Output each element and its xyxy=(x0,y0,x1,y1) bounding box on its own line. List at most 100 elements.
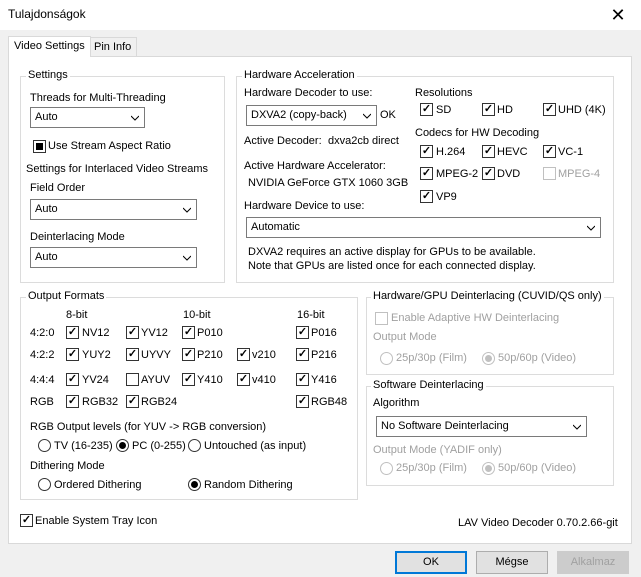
level-tv-radio[interactable] xyxy=(38,439,51,452)
fmt-ayuv-label: AYUV xyxy=(141,374,171,386)
active-accel-label: Active Hardware Accelerator: xyxy=(244,160,386,172)
chevron-down-icon xyxy=(587,225,595,231)
hw-device-label: Hardware Device to use: xyxy=(244,200,365,212)
row-rgb-label: RGB xyxy=(30,396,54,408)
sw-deint-title: Software Deinterlacing xyxy=(371,379,486,391)
deint-mode-select[interactable]: Auto xyxy=(30,247,197,268)
sw-video-radio[interactable] xyxy=(482,462,495,475)
hw-deint-film-label: 25p/30p (Film) xyxy=(396,352,467,364)
hw-deint-enable-checkbox[interactable] xyxy=(375,312,388,325)
deint-mode-label: Deinterlacing Mode xyxy=(30,231,125,243)
dither-label: Dithering Mode xyxy=(30,460,105,472)
settings-group-title: Settings xyxy=(26,69,70,81)
level-untouched-radio[interactable] xyxy=(188,439,201,452)
fmt-ayuv-checkbox[interactable] xyxy=(126,373,139,386)
active-accel-value: NVIDIA GeForce GTX 1060 3GB xyxy=(248,177,409,189)
fmt-rgb32-checkbox[interactable]: ✓ xyxy=(66,395,79,408)
hw-deint-enable-label: Enable Adaptive HW Deinterlacing xyxy=(391,312,560,324)
tray-icon-checkbox[interactable]: ✓ xyxy=(20,514,33,527)
fmt-yuy2-label: YUY2 xyxy=(82,349,111,361)
hw-deint-film-radio[interactable] xyxy=(380,352,393,365)
fmt-y410-label: Y410 xyxy=(197,374,223,386)
fmt-p010-label: P010 xyxy=(197,327,223,339)
codec-dvd-checkbox[interactable]: ✓ xyxy=(482,167,495,180)
fmt-p210-checkbox[interactable]: ✓ xyxy=(182,348,195,361)
sw-algorithm-select-value: No Software Deinterlacing xyxy=(381,420,509,432)
hw-device-select[interactable]: Automatic xyxy=(246,217,601,238)
chevron-down-icon xyxy=(183,207,191,213)
fmt-nv12-checkbox[interactable]: ✓ xyxy=(66,326,79,339)
sw-algorithm-select[interactable]: No Software Deinterlacing xyxy=(376,416,587,437)
fmt-rgb24-label: RGB24 xyxy=(141,396,178,408)
threads-label: Threads for Multi-Threading xyxy=(30,92,166,104)
active-decoder-label: Active Decoder: xyxy=(244,135,322,147)
fmt-p010-checkbox[interactable]: ✓ xyxy=(182,326,195,339)
dither-ordered-radio[interactable] xyxy=(38,478,51,491)
title-bar xyxy=(0,0,641,30)
fmt-y416-checkbox[interactable]: ✓ xyxy=(296,373,309,386)
apply-button[interactable]: Alkalmaz xyxy=(557,551,629,574)
interlaced-label: Settings for Interlaced Video Streams xyxy=(26,163,209,175)
active-decoder-value: dxva2cb direct xyxy=(328,135,399,147)
dither-random-label: Random Dithering xyxy=(204,479,293,491)
codec-mpeg2-checkbox[interactable]: ✓ xyxy=(420,167,433,180)
close-icon[interactable]: ✕ xyxy=(600,2,636,28)
tab-pin-info[interactable]: Pin Info xyxy=(88,37,138,57)
codec-vp9-checkbox[interactable]: ✓ xyxy=(420,190,433,203)
resolutions-label: Resolutions xyxy=(415,87,473,99)
dither-ordered-label: Ordered Dithering xyxy=(54,479,142,491)
hwaccel-group-title: Hardware Acceleration xyxy=(242,69,357,81)
res-sd-checkbox[interactable]: ✓ xyxy=(420,103,433,116)
res-sd-label: SD xyxy=(436,104,452,116)
fmt-yv12-checkbox[interactable]: ✓ xyxy=(126,326,139,339)
fmt-y410-checkbox[interactable]: ✓ xyxy=(182,373,195,386)
ok-button[interactable]: OK xyxy=(395,551,467,574)
threads-select-value: Auto xyxy=(35,111,58,123)
codec-vc1-label: VC-1 xyxy=(558,146,584,158)
hw-decoder-select[interactable]: DXVA2 (copy-back) xyxy=(246,105,377,126)
res-uhd-label: UHD (4K) xyxy=(558,104,606,116)
dither-random-radio[interactable] xyxy=(188,478,201,491)
chevron-down-icon xyxy=(363,113,371,119)
fmt-rgb48-checkbox[interactable]: ✓ xyxy=(296,395,309,408)
level-pc-radio[interactable] xyxy=(116,439,129,452)
hw-decoder-status: OK xyxy=(380,109,396,121)
hw-deint-video-label: 50p/60p (Video) xyxy=(498,352,577,364)
level-untouched-label: Untouched (as input) xyxy=(204,440,307,452)
stream-aspect-label: Use Stream Aspect Ratio xyxy=(48,140,171,152)
fmt-p216-checkbox[interactable]: ✓ xyxy=(296,348,309,361)
fmt-v410-checkbox[interactable]: ✓ xyxy=(237,373,250,386)
hw-note-1: DXVA2 requires an active display for GPU… xyxy=(248,246,536,258)
sw-film-radio[interactable] xyxy=(380,462,393,475)
field-order-select[interactable]: Auto xyxy=(30,199,197,220)
chevron-down-icon xyxy=(573,424,581,430)
codec-hevc-checkbox[interactable]: ✓ xyxy=(482,145,495,158)
res-hd-label: HD xyxy=(497,104,513,116)
hw-note-2: Note that GPUs are listed once for each … xyxy=(248,260,536,272)
res-hd-checkbox[interactable]: ✓ xyxy=(482,103,495,116)
fmt-yuy2-checkbox[interactable]: ✓ xyxy=(66,348,79,361)
codec-mpeg4-checkbox[interactable] xyxy=(543,167,556,180)
level-pc-label: PC (0-255) xyxy=(132,440,186,452)
tab-video-settings[interactable]: Video Settings xyxy=(8,36,91,57)
version-label: LAV Video Decoder 0.70.2.66-git xyxy=(458,517,618,529)
sw-output-mode-label: Output Mode (YADIF only) xyxy=(373,444,502,456)
fmt-rgb24-checkbox[interactable]: ✓ xyxy=(126,395,139,408)
codec-h264-checkbox[interactable]: ✓ xyxy=(420,145,433,158)
fmt-yv12-label: YV12 xyxy=(141,327,168,339)
fmt-uyvy-checkbox[interactable]: ✓ xyxy=(126,348,139,361)
res-uhd-checkbox[interactable]: ✓ xyxy=(543,103,556,116)
stream-aspect-checkbox[interactable] xyxy=(33,140,46,153)
threads-select[interactable]: Auto xyxy=(30,107,145,128)
fmt-v210-checkbox[interactable]: ✓ xyxy=(237,348,250,361)
fmt-yv24-checkbox[interactable]: ✓ xyxy=(66,373,79,386)
level-tv-label: TV (16-235) xyxy=(54,440,113,452)
field-order-select-value: Auto xyxy=(35,203,58,215)
sw-video-label: 50p/60p (Video) xyxy=(498,462,577,474)
fmt-p216-label: P216 xyxy=(311,349,337,361)
codec-vc1-checkbox[interactable]: ✓ xyxy=(543,145,556,158)
fmt-p016-checkbox[interactable]: ✓ xyxy=(296,326,309,339)
cancel-button[interactable]: Mégse xyxy=(476,551,548,574)
header-10bit: 10-bit xyxy=(183,309,211,321)
hw-deint-video-radio[interactable] xyxy=(482,352,495,365)
